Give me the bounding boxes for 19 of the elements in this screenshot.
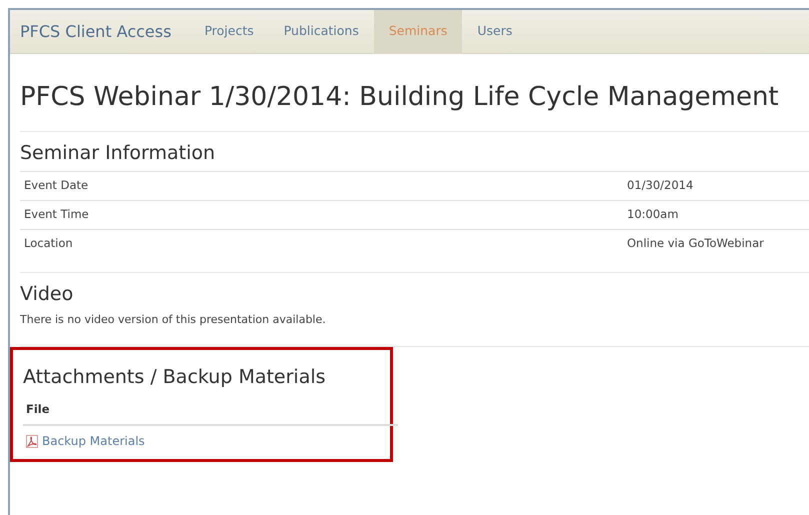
nav-tab[interactable]: Seminars (374, 10, 462, 54)
video-notice: There is no video version of this presentation available. (20, 312, 327, 328)
field-value: 01/30/2014 (627, 177, 694, 194)
pdf-icon (26, 434, 38, 448)
section-heading: Seminar Information (20, 142, 216, 165)
field-label: Location (24, 235, 74, 252)
nav-tab[interactable]: Projects (189, 10, 269, 54)
field-value: Online via GoToWebinar (627, 235, 764, 252)
page-title: PFCS Webinar 1/30/2014: Building Life Cycle Management (20, 82, 780, 114)
file-link[interactable]: Backup Materials (26, 432, 145, 450)
nav-tab[interactable]: Publications (268, 10, 374, 54)
column-header: File (23, 395, 398, 426)
brand-link[interactable]: PFCS Client Access (10, 20, 190, 44)
field-label: Event Date (24, 177, 90, 194)
field-value: 10:00am (627, 206, 678, 224)
nav-tab[interactable]: Users (462, 10, 528, 54)
section-heading: Video (20, 282, 74, 306)
field-label: Event Time (24, 206, 90, 224)
section-heading: Attachments / Backup Materials (23, 366, 327, 390)
